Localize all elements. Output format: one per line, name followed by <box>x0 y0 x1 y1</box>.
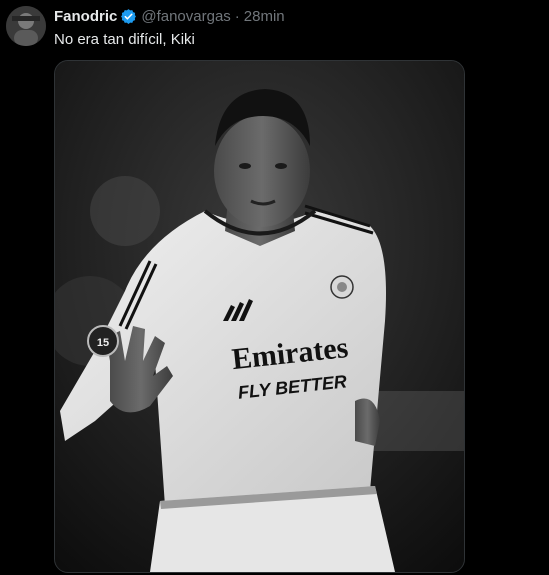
tweet-timestamp[interactable]: 28min <box>244 8 285 25</box>
tweet-photo[interactable]: Emirates FLY BETTER 15 <box>54 60 465 573</box>
author-name[interactable]: Fanodric <box>54 8 117 25</box>
tweet-header: Fanodric @fanovargas · 28min <box>54 6 285 26</box>
avatar[interactable] <box>6 6 46 46</box>
verified-badge-icon <box>120 8 137 25</box>
separator-dot: · <box>234 7 240 25</box>
author-handle[interactable]: @fanovargas <box>141 8 230 25</box>
sleeve-badge-number: 15 <box>97 337 109 349</box>
tweet[interactable]: Fanodric @fanovargas · 28min No era tan … <box>0 0 549 575</box>
tweet-text: No era tan difícil, Kiki <box>54 31 195 48</box>
